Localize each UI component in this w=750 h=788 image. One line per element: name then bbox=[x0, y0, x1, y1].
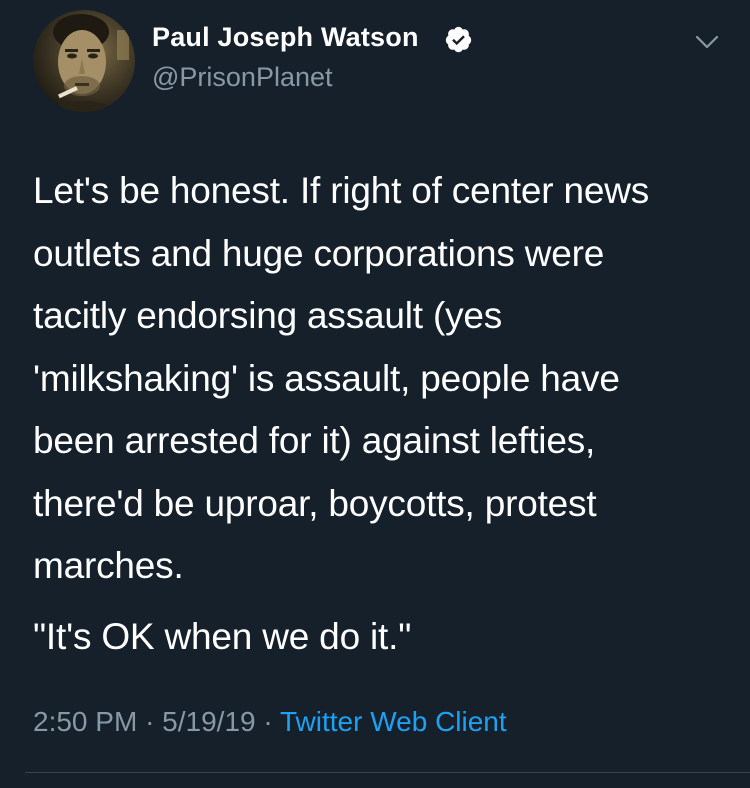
tweet-text: Let's be honest. If right of center news… bbox=[33, 160, 733, 598]
meta-separator: · bbox=[263, 706, 280, 737]
tweet-text-line: tacitly endorsing assault (yes bbox=[33, 295, 503, 336]
chevron-down-icon[interactable] bbox=[692, 30, 722, 54]
author-handle[interactable]: @PrisonPlanet bbox=[152, 62, 333, 93]
tweet-meta: 2:50 PM · 5/19/19 · Twitter Web Client bbox=[33, 706, 507, 738]
tweet-date[interactable]: 5/19/19 bbox=[162, 706, 255, 737]
profile-photo bbox=[33, 10, 135, 112]
avatar[interactable] bbox=[33, 10, 135, 112]
verified-badge-icon bbox=[445, 26, 472, 53]
meta-separator: · bbox=[145, 706, 163, 737]
tweet-text-line: been arrested for it) against lefties, bbox=[33, 420, 596, 461]
tweet-quote-line: "It's OK when we do it." bbox=[33, 616, 412, 657]
tweet-text-line: outlets and huge corporations were bbox=[33, 232, 605, 274]
tweet-text-line: Let's be honest. If right of center news bbox=[33, 170, 650, 211]
tweet-source-link[interactable]: Twitter Web Client bbox=[280, 706, 507, 737]
divider bbox=[25, 772, 750, 773]
tweet-text-line: marches. bbox=[33, 545, 184, 586]
tweet-text-line: there'd be uproar, boycotts, protest bbox=[33, 482, 597, 524]
tweet-text-line: 'milkshaking' is assault, people have bbox=[33, 357, 620, 399]
tweet-time[interactable]: 2:50 PM bbox=[33, 706, 137, 737]
author-name[interactable]: Paul Joseph Watson bbox=[152, 22, 419, 53]
tweet-card: Paul Joseph Watson @PrisonPlanet Let's b… bbox=[0, 0, 750, 788]
